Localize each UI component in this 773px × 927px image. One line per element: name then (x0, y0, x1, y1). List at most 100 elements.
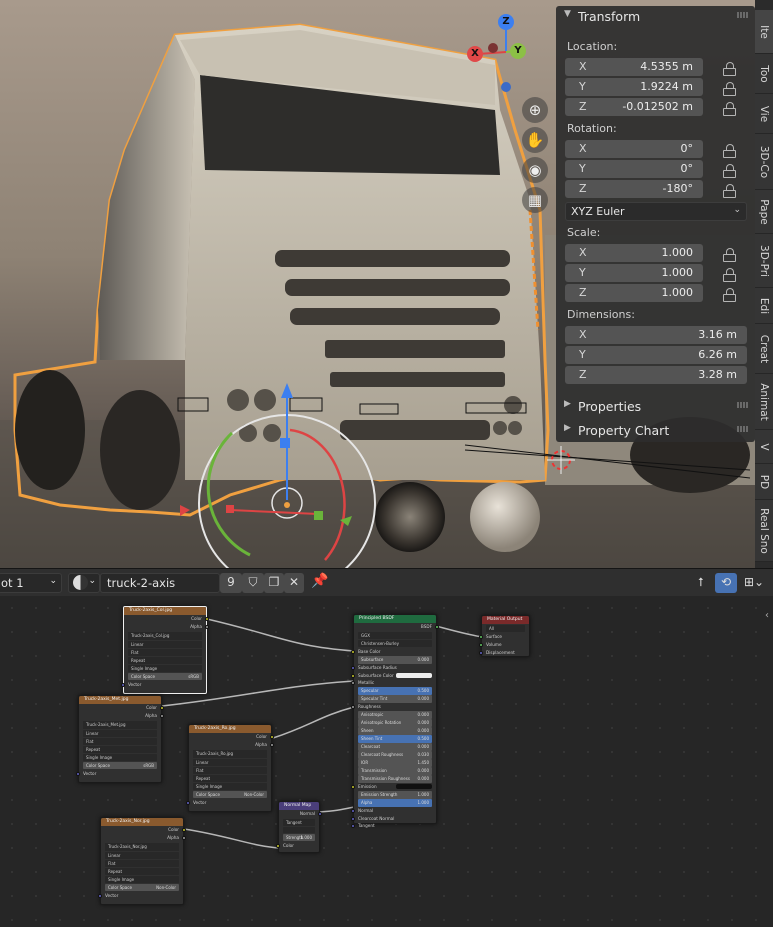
bsdf-input-emission[interactable]: Emission (351, 783, 436, 791)
material-slot-dropdown[interactable]: ot 1 ⌄ (0, 573, 62, 593)
vector-input-socket[interactable]: Vector (186, 799, 271, 807)
vector-input-socket[interactable]: Vector (98, 892, 183, 900)
socket-dot[interactable] (182, 828, 186, 832)
socket-dot[interactable] (351, 681, 355, 686)
colorspace-dropdown[interactable]: Color Space sRGB (128, 673, 202, 680)
socket-dot[interactable] (182, 836, 186, 840)
duplicate-material-icon[interactable]: ❐ (264, 573, 284, 593)
location-x-field[interactable]: X 4.5355 m (565, 58, 703, 76)
bsdf-input-specular[interactable]: Specular 0.500 (358, 687, 432, 695)
dimensions-z-field[interactable]: Z 3.28 m (565, 366, 747, 384)
socket-dot[interactable] (121, 683, 125, 687)
socket-dot[interactable] (270, 743, 274, 747)
vector-input-socket[interactable]: Vector (121, 681, 206, 689)
subsurface-method-dropdown[interactable]: Christensen-Burley (358, 640, 432, 647)
bsdf-input-anisotropic-rotation[interactable]: Anisotropic Rotation 0.000 (358, 719, 432, 727)
bsdf-input-specular-tint[interactable]: Specular Tint 0.000 (358, 695, 432, 703)
bsdf-input-base-color[interactable]: Base Color (351, 648, 436, 656)
tab-real-snow[interactable]: Real Sno (755, 500, 773, 562)
bsdf-output-socket[interactable]: BSDF (354, 623, 439, 631)
properties-header[interactable]: ▶ Properties (556, 396, 755, 418)
bsdf-input-clearcoat[interactable]: Clearcoat 0.000 (358, 743, 432, 751)
socket-dot[interactable] (186, 801, 190, 805)
socket-dot[interactable] (276, 844, 280, 848)
bsdf-input-transmission-roughness[interactable]: Transmission Roughness 0.000 (358, 774, 432, 783)
socket-dot[interactable] (351, 784, 355, 789)
browse-material-button[interactable]: ⌄ (68, 573, 100, 593)
tab-3d-print[interactable]: 3D-Pri (755, 234, 773, 288)
bsdf-input-sheen[interactable]: Sheen 0.000 (358, 727, 432, 735)
drag-grip-icon[interactable] (737, 12, 749, 18)
rotation-mode-dropdown[interactable]: XYZ Euler ⌄ (565, 202, 747, 221)
alpha-output-socket[interactable]: Alpha (79, 712, 164, 720)
socket-dot[interactable] (318, 812, 322, 816)
socket-dot[interactable] (351, 824, 355, 829)
tab-tool[interactable]: Too (755, 54, 773, 94)
extension-dropdown[interactable]: Repeat (105, 868, 179, 875)
dimensions-y-field[interactable]: Y 6.26 m (565, 346, 747, 364)
bsdf-input-transmission[interactable]: Transmission 0.000 (358, 766, 432, 775)
bsdf-input-clearcoat-roughness[interactable]: Clearcoat Roughness 0.030 (358, 751, 432, 759)
tab-edit[interactable]: Edi (755, 288, 773, 324)
parent-node-tree-icon[interactable]: ⭡ (691, 573, 711, 593)
tab-item[interactable]: Ite (755, 10, 773, 54)
socket-dot[interactable] (351, 650, 355, 654)
gizmo-y-axis[interactable]: Y (510, 43, 526, 59)
bsdf-input-ior[interactable]: IOR 1.450 (358, 759, 432, 767)
extension-dropdown[interactable]: Repeat (128, 657, 202, 664)
drag-grip-icon[interactable] (737, 402, 749, 408)
pan-hand-icon[interactable]: ✋ (522, 127, 548, 153)
tab-view[interactable]: Vie (755, 94, 773, 134)
bsdf-input-subsurface[interactable]: Subsurface 0.000 (358, 655, 432, 664)
space-dropdown[interactable]: Tangent Space (283, 819, 315, 832)
source-dropdown[interactable]: Single Image (83, 754, 157, 761)
3d-viewport[interactable]: Z X Y ⊕ ✋ ◉ ▦ ▼ Transform Location: X 4.5… (0, 0, 773, 568)
snap-toggle-icon[interactable]: ⟲ (715, 573, 737, 593)
normal-map-node[interactable]: Normal Map Normal Tangent Space Strength… (276, 801, 322, 853)
colorspace-dropdown[interactable]: Color Space sRGB (83, 762, 157, 769)
bsdf-input-anisotropic[interactable]: Anisotropic 0.000 (358, 711, 432, 719)
bsdf-input-sheen-tint[interactable]: Sheen Tint 0.500 (358, 735, 432, 743)
color-swatch[interactable] (396, 783, 432, 789)
region-toggle-icon[interactable]: ‹ (765, 610, 769, 621)
socket-dot[interactable] (351, 816, 355, 821)
socket-dot[interactable] (479, 635, 483, 639)
distribution-dropdown[interactable]: GGX (358, 632, 432, 639)
snap-element-dropdown[interactable]: ⊞⌄ (739, 573, 769, 593)
lock-icon[interactable] (723, 288, 736, 302)
material-output-node[interactable]: Material Output All Surface Volume Displ… (479, 615, 530, 657)
image-texture-node[interactable]: Truck-2axis_Met.jpg Color Alpha Truck-2a… (76, 695, 164, 783)
image-selector[interactable]: Truck-2axis_Nor.jpg (105, 843, 179, 851)
shader-node-editor[interactable]: Truck-2axis_Col.jpg Color Alpha Truck-2a… (0, 596, 773, 927)
principled-bsdf-node[interactable]: Principled BSDF BSDF GGX Christensen-Bur… (351, 614, 439, 829)
socket-dot[interactable] (76, 772, 80, 776)
color-output-socket[interactable]: Color (124, 615, 209, 623)
scale-y-field[interactable]: Y 1.000 (565, 264, 703, 282)
uv-map-field[interactable] (283, 827, 315, 833)
projection-dropdown[interactable]: Flat (105, 860, 179, 867)
lock-icon[interactable] (723, 268, 736, 282)
bsdf-input-alpha[interactable]: Alpha 1.000 (358, 798, 432, 807)
color-input-socket[interactable]: Color (276, 842, 319, 850)
image-selector[interactable]: Truck-2axis_Met.jpg (83, 721, 157, 729)
projection-dropdown[interactable]: Flat (128, 649, 202, 656)
color-swatch[interactable] (396, 672, 432, 678)
extension-dropdown[interactable]: Repeat (83, 746, 157, 753)
socket-dot[interactable] (98, 894, 102, 898)
tab-v[interactable]: V (755, 430, 773, 464)
unlink-material-icon[interactable]: ✕ (284, 573, 304, 593)
bsdf-input-subsurface-radius[interactable]: Subsurface Radius (351, 664, 436, 672)
source-dropdown[interactable]: Single Image (105, 876, 179, 883)
image-selector[interactable]: Truck-2axis_Col.jpg (128, 632, 202, 640)
drag-grip-icon[interactable] (737, 426, 749, 432)
vector-input-socket[interactable]: Vector (76, 770, 161, 778)
color-output-socket[interactable]: Color (189, 733, 274, 741)
tab-create[interactable]: Creat (755, 324, 773, 374)
socket-dot[interactable] (205, 625, 209, 629)
colorspace-dropdown[interactable]: Color Space Non-Color (193, 791, 267, 798)
lock-icon[interactable] (723, 184, 736, 198)
socket-dot[interactable] (160, 706, 164, 710)
rotation-x-field[interactable]: X 0° (565, 140, 703, 158)
fake-user-shield-icon[interactable]: ⛉ (242, 573, 264, 593)
source-dropdown[interactable]: Single Image (128, 665, 202, 672)
